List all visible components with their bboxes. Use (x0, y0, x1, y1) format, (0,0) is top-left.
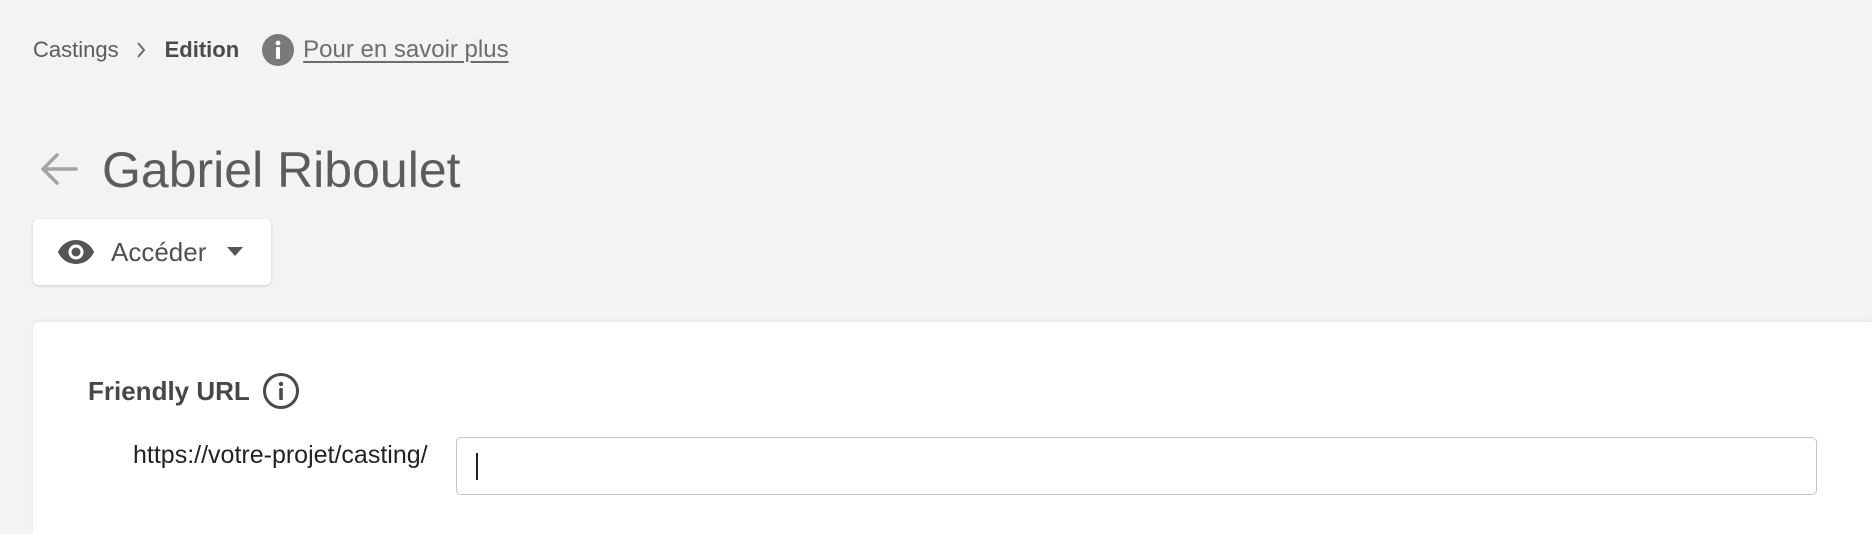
text-cursor (476, 453, 478, 480)
breadcrumb: Castings Edition Pour en savoir plus (33, 30, 509, 70)
friendly-url-label: Friendly URL (88, 375, 250, 406)
arrow-left-icon[interactable] (38, 148, 80, 190)
learn-more-link[interactable]: Pour en savoir plus (303, 36, 508, 64)
info-icon (261, 33, 295, 67)
breadcrumb-item-castings[interactable]: Castings (33, 37, 119, 63)
access-button-label: Accéder (111, 236, 207, 267)
friendly-url-card: Friendly URL https://votre-projet/castin… (33, 322, 1872, 534)
info-outline-icon[interactable] (262, 372, 300, 410)
page-title: Gabriel Riboulet (102, 142, 461, 198)
eye-icon (57, 239, 95, 265)
url-prefix: https://votre-projet/casting/ (133, 441, 428, 469)
friendly-url-heading: Friendly URL (88, 372, 300, 410)
breadcrumb-item-edition: Edition (164, 37, 240, 62)
friendly-url-input[interactable] (456, 437, 1817, 495)
chevron-right-icon (131, 41, 151, 59)
access-dropdown-button[interactable]: Accéder (33, 219, 271, 285)
caret-down-icon (226, 246, 244, 258)
